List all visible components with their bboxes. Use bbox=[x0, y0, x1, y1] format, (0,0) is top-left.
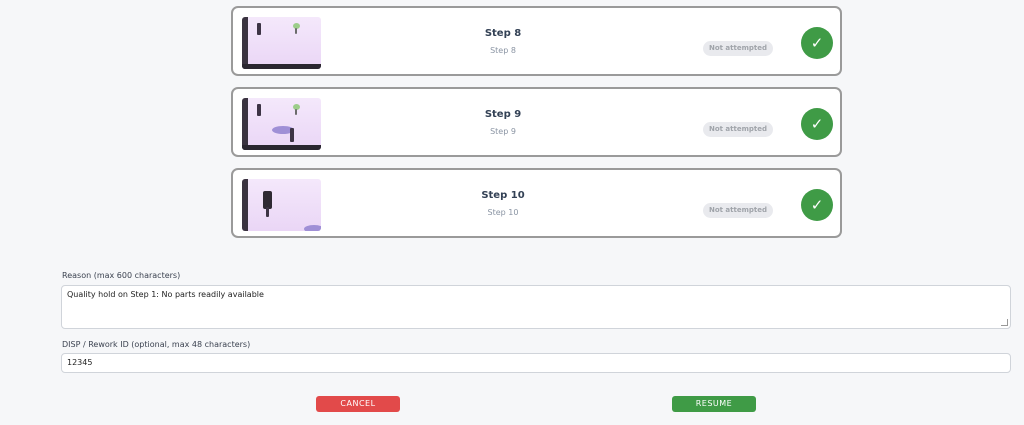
step-card-8[interactable]: Step 8 Step 8 Not attempted ✓ bbox=[231, 6, 842, 76]
step-thumbnail bbox=[242, 179, 321, 231]
status-badge: Not attempted bbox=[703, 122, 773, 137]
check-icon[interactable]: ✓ bbox=[801, 108, 833, 140]
step-subtitle: Step 8 bbox=[490, 46, 516, 55]
step-subtitle: Step 9 bbox=[490, 127, 516, 136]
step-title: Step 10 bbox=[481, 190, 525, 201]
check-icon[interactable]: ✓ bbox=[801, 27, 833, 59]
step-title: Step 9 bbox=[484, 109, 522, 120]
disp-label: DISP / Rework ID (optional, max 48 chara… bbox=[62, 340, 251, 349]
status-badge: Not attempted bbox=[703, 203, 773, 218]
resize-handle-icon[interactable] bbox=[1001, 319, 1008, 326]
step-card-9[interactable]: Step 9 Step 9 Not attempted ✓ bbox=[231, 87, 842, 157]
step-title: Step 8 bbox=[484, 28, 522, 39]
step-card-10[interactable]: Step 10 Step 10 Not attempted ✓ bbox=[231, 168, 842, 238]
status-badge: Not attempted bbox=[703, 41, 773, 56]
check-icon[interactable]: ✓ bbox=[801, 189, 833, 221]
disp-rework-input[interactable]: 12345 bbox=[61, 353, 1011, 373]
cancel-button[interactable]: CANCEL bbox=[316, 396, 400, 412]
reason-textarea[interactable]: Quality hold on Step 1: No parts readily… bbox=[61, 285, 1011, 329]
step-thumbnail bbox=[242, 98, 321, 150]
reason-text: Quality hold on Step 1: No parts readily… bbox=[67, 290, 264, 299]
reason-label: Reason (max 600 characters) bbox=[62, 271, 181, 280]
step-subtitle: Step 10 bbox=[487, 208, 519, 217]
step-thumbnail bbox=[242, 17, 321, 69]
disp-rework-value: 12345 bbox=[67, 358, 93, 367]
resume-button[interactable]: RESUME bbox=[672, 396, 756, 412]
